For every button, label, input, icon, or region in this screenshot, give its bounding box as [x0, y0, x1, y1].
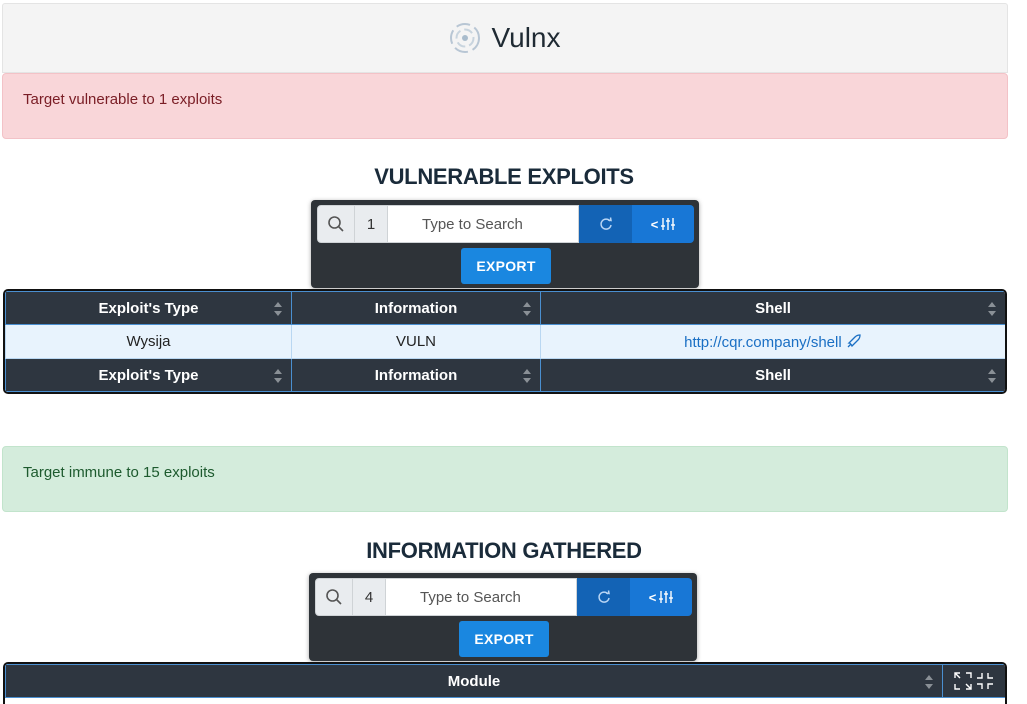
rocket-icon[interactable] — [846, 333, 862, 349]
result-count: 4 — [353, 578, 386, 616]
info-toolbar: 4 < EXPORT — [309, 573, 697, 661]
refresh-button[interactable] — [577, 578, 630, 616]
exploits-section-title: VULNERABLE EXPLOITS — [374, 164, 634, 189]
refresh-icon — [597, 590, 610, 603]
vulnerable-alert: Target vulnerable to 1 exploits — [2, 73, 1008, 139]
footer-header-information[interactable]: Information — [291, 358, 541, 392]
sort-icon[interactable] — [522, 368, 532, 384]
export-button[interactable]: EXPORT — [459, 621, 549, 657]
info-section-title: INFORMATION GATHERED — [366, 538, 642, 563]
sort-icon[interactable] — [273, 368, 283, 384]
refresh-icon — [599, 217, 612, 230]
cell-shell: http://cqr.company/shell — [540, 324, 1005, 359]
app-title: Vulnx — [491, 22, 561, 53]
cell-exploit-type: Wysija — [5, 324, 292, 359]
search-icon[interactable] — [317, 205, 355, 243]
immune-alert-text: Target immune to 15 exploits — [23, 464, 215, 481]
search-input[interactable] — [386, 578, 577, 616]
info-table: Module — [3, 662, 1007, 704]
table-header-row: Exploit's Type Information Shell — [5, 291, 1005, 325]
filter-toggle-button[interactable]: < — [632, 205, 694, 243]
sort-icon[interactable] — [522, 301, 532, 317]
column-header-shell[interactable]: Shell — [540, 291, 1005, 325]
sliders-icon — [661, 218, 676, 230]
table-footer-row: Exploit's Type Information Shell — [5, 358, 1005, 392]
exploits-toolbar: 1 < EXPORT — [311, 200, 699, 288]
table-row: Wysija VULN http://cqr.company/shell — [5, 324, 1005, 359]
sort-icon[interactable] — [924, 674, 934, 690]
column-header-module[interactable]: Module — [5, 664, 943, 698]
filter-toggle-label: < — [648, 589, 657, 605]
search-input[interactable] — [388, 205, 579, 243]
shell-link[interactable]: http://cqr.company/shell — [684, 334, 842, 351]
vulnerable-alert-text: Target vulnerable to 1 exploits — [23, 91, 223, 108]
expand-icon[interactable] — [954, 672, 972, 690]
filter-toggle-button[interactable]: < — [630, 578, 692, 616]
filter-toggle-label: < — [650, 216, 659, 232]
sort-icon[interactable] — [987, 301, 997, 317]
radar-logo-icon — [450, 23, 481, 53]
export-button[interactable]: EXPORT — [461, 248, 551, 284]
result-count: 1 — [355, 205, 388, 243]
app-header: Vulnx — [2, 3, 1008, 73]
column-header-exploit-type[interactable]: Exploit's Type — [5, 291, 292, 325]
expand-collapse-control[interactable] — [942, 664, 1005, 698]
search-icon[interactable] — [315, 578, 353, 616]
table-header-row: Module — [5, 664, 1005, 698]
column-header-information[interactable]: Information — [291, 291, 541, 325]
immune-alert: Target immune to 15 exploits — [2, 446, 1008, 512]
exploits-table: Exploit's Type Information Shell Wysija … — [3, 289, 1007, 394]
cell-information: VULN — [291, 324, 541, 359]
footer-header-exploit-type[interactable]: Exploit's Type — [5, 358, 292, 392]
sort-icon[interactable] — [987, 368, 997, 384]
sort-icon[interactable] — [273, 301, 283, 317]
collapse-icon[interactable] — [976, 672, 994, 690]
sliders-icon — [659, 591, 674, 603]
refresh-button[interactable] — [579, 205, 632, 243]
footer-header-shell[interactable]: Shell — [540, 358, 1005, 392]
